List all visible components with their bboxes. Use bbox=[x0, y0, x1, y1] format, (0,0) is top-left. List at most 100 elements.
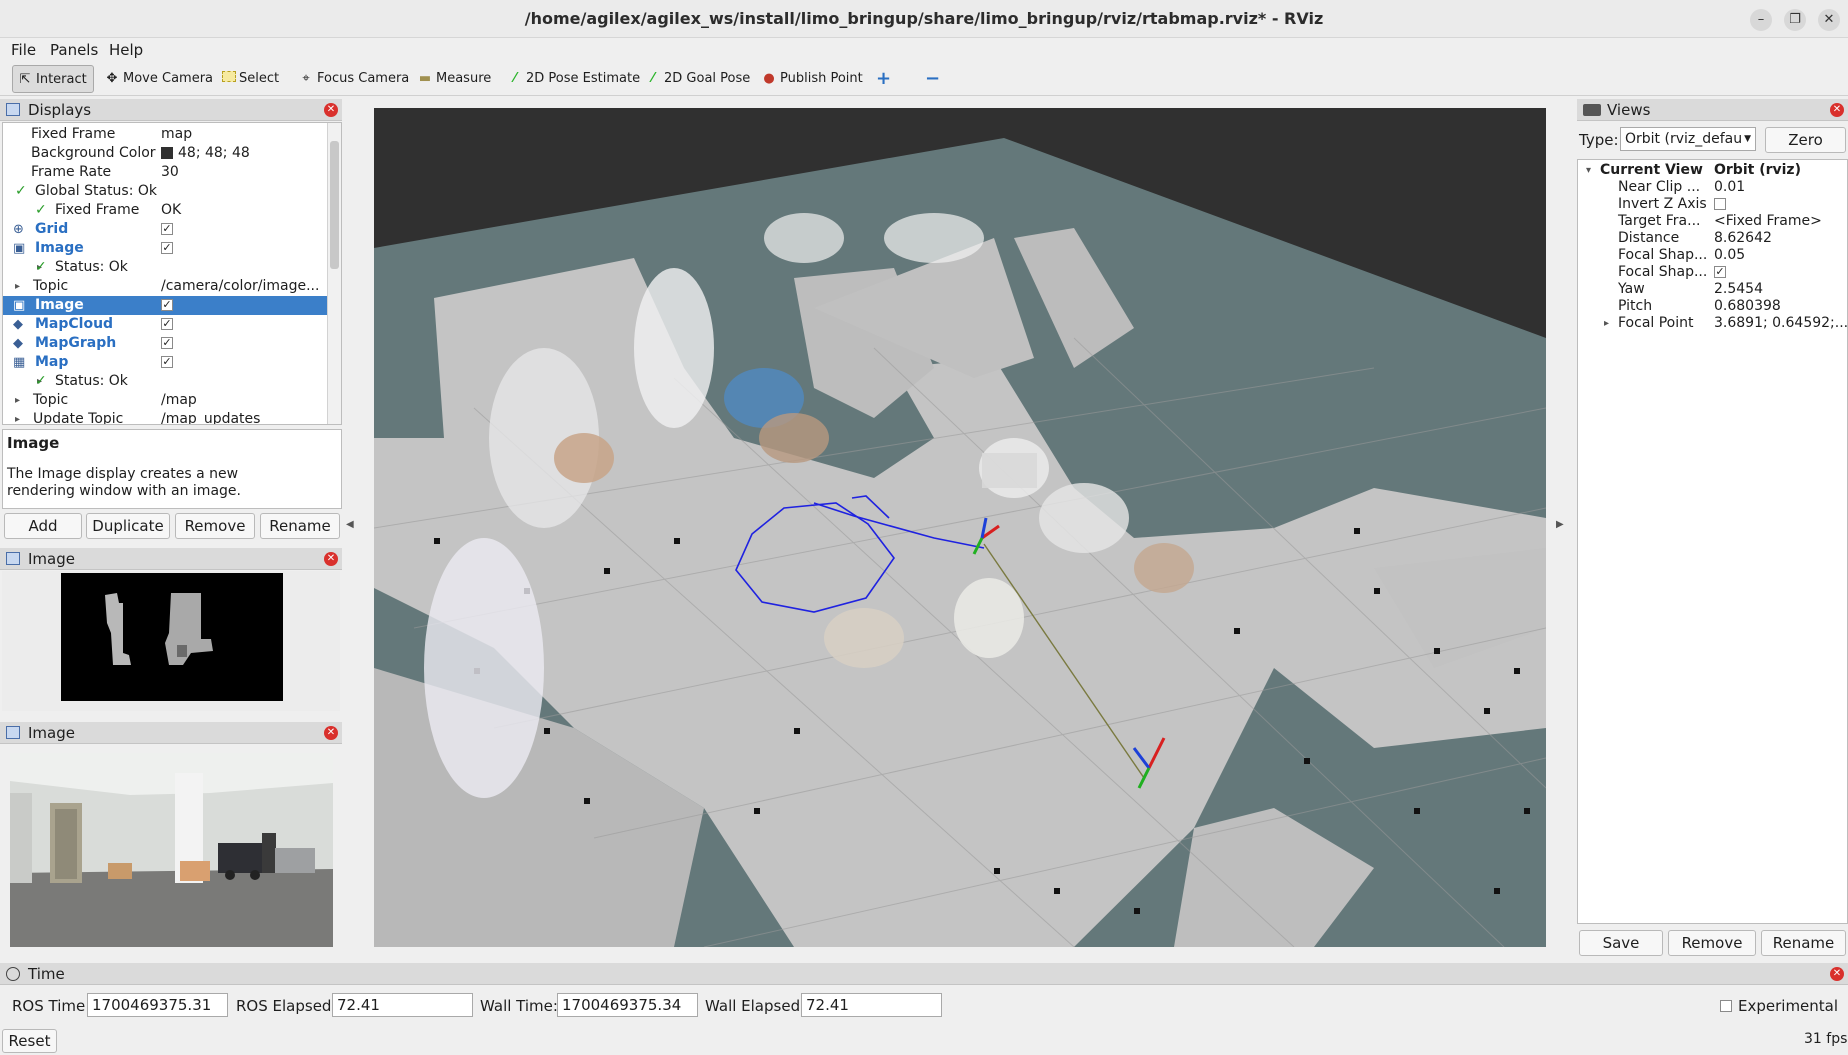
remove-view-button[interactable]: Remove bbox=[1668, 930, 1756, 956]
image-panel-title: Image bbox=[28, 724, 75, 742]
collapse-left-icon[interactable]: ◀ bbox=[346, 519, 354, 530]
view-property-row[interactable]: ▾ Current View Orbit (rviz) bbox=[1578, 162, 1847, 179]
tool-2d-goal-pose[interactable]: ⁄ 2D Goal Pose bbox=[641, 65, 756, 93]
display-row[interactable]: ◆ MapGraph ✓ bbox=[3, 334, 341, 353]
display-row[interactable]: ▸ Update Topic/map_updates bbox=[3, 410, 341, 424]
display-enabled-checkbox[interactable]: ✓ bbox=[161, 239, 173, 258]
display-enabled-checkbox[interactable]: ✓ bbox=[161, 296, 173, 315]
cursor-icon: ⇱ bbox=[19, 72, 31, 87]
display-row[interactable]: ▣ Image ✓ bbox=[3, 239, 341, 258]
display-enabled-checkbox[interactable]: ✓ bbox=[161, 220, 173, 239]
restore-button[interactable]: ❐ bbox=[1784, 9, 1806, 31]
display-row[interactable]: ✓ Fixed Frame OK bbox=[3, 201, 341, 220]
display-row[interactable]: Background Color 48; 48; 48 bbox=[3, 144, 341, 163]
display-row[interactable]: Fixed Frame map bbox=[3, 125, 341, 144]
view-property-row[interactable]: Focal Shap... ✓ bbox=[1578, 264, 1847, 281]
image-panel-depth: Image ✕ bbox=[0, 548, 342, 713]
view-property-row[interactable]: Distance 8.62642 bbox=[1578, 230, 1847, 247]
display-row[interactable]: ✓ Global Status: Ok bbox=[3, 182, 341, 201]
close-icon[interactable]: ✕ bbox=[324, 552, 338, 566]
display-type-icon: ◆ bbox=[13, 317, 23, 332]
add-tool-button[interactable]: + bbox=[872, 65, 897, 93]
checkbox-mark: ✓ bbox=[1714, 265, 1726, 278]
close-icon[interactable]: ✕ bbox=[1830, 103, 1844, 117]
wall-elapsed-field[interactable]: 72.41 bbox=[801, 993, 942, 1017]
view-property-row[interactable]: Focal Shap... 0.05 bbox=[1578, 247, 1847, 264]
close-icon[interactable]: ✕ bbox=[1830, 967, 1844, 981]
ros-time-field[interactable]: 1700469375.31 bbox=[87, 993, 228, 1017]
view-property-checkbox[interactable]: ✓ bbox=[1714, 264, 1726, 281]
expand-arrow-icon[interactable]: ▸ bbox=[15, 277, 20, 296]
display-row[interactable]: ◆ MapCloud ✓ bbox=[3, 315, 341, 334]
view-property-row[interactable]: Yaw 2.5454 bbox=[1578, 281, 1847, 298]
expand-arrow-icon[interactable]: ▸ bbox=[15, 391, 20, 410]
experimental-checkbox[interactable] bbox=[1720, 1000, 1732, 1012]
rename-view-button[interactable]: Rename bbox=[1761, 930, 1846, 956]
view-property-value: 2.5454 bbox=[1714, 281, 1763, 297]
display-row-label: Topic bbox=[33, 278, 69, 294]
display-enabled-checkbox[interactable]: ✓ bbox=[161, 334, 173, 353]
menu-panels[interactable]: Panels bbox=[50, 38, 98, 62]
display-enabled-checkbox[interactable]: ✓ bbox=[161, 353, 173, 372]
color-swatch[interactable] bbox=[161, 147, 173, 159]
tool-select[interactable]: Select bbox=[218, 65, 285, 93]
remove-tool-button[interactable]: − bbox=[921, 65, 946, 93]
remove-display-button[interactable]: Remove bbox=[175, 513, 255, 539]
view-property-checkbox[interactable] bbox=[1714, 196, 1726, 213]
view-property-row[interactable]: ▸ Focal Point 3.6891; 0.64592;... bbox=[1578, 315, 1847, 332]
tool-publish-point[interactable]: ● Publish Point bbox=[757, 65, 869, 93]
view-properties-tree: ▾ Current View Orbit (rviz) Near Clip ... 0.… bbox=[1577, 159, 1848, 924]
display-enabled-checkbox[interactable]: ✓ bbox=[161, 315, 173, 334]
display-row-label: Status: Ok bbox=[55, 259, 128, 275]
collapse-right-icon[interactable]: ▶ bbox=[1556, 519, 1564, 530]
rename-display-button[interactable]: Rename bbox=[260, 513, 340, 539]
menu-help[interactable]: Help bbox=[109, 38, 143, 62]
view-property-value: 0.05 bbox=[1714, 247, 1746, 263]
scrollbar-thumb[interactable] bbox=[330, 141, 339, 269]
view-property-row[interactable]: Target Fra... <Fixed Frame> bbox=[1578, 213, 1847, 230]
view-property-row[interactable]: Pitch 0.680398 bbox=[1578, 298, 1847, 315]
wall-time-field[interactable]: 1700469375.34 bbox=[557, 993, 698, 1017]
displays-panel: Displays ✕ Fixed Frame map Background Colo… bbox=[0, 99, 342, 544]
view-property-value: 8.62642 bbox=[1714, 230, 1772, 246]
zero-button[interactable]: Zero bbox=[1765, 127, 1846, 153]
display-row[interactable]: ▸ ✓ Status: Ok bbox=[3, 258, 341, 277]
tool-measure[interactable]: ▬ Measure bbox=[413, 65, 497, 93]
tool-move-camera[interactable]: ✥ Move Camera bbox=[100, 65, 219, 93]
view-property-label: Pitch bbox=[1618, 298, 1653, 314]
expand-arrow-icon[interactable]: ▸ bbox=[1604, 315, 1609, 332]
chevron-down-icon[interactable]: ▾ bbox=[1586, 162, 1591, 179]
close-window-button[interactable]: ✕ bbox=[1818, 9, 1840, 31]
display-row[interactable]: ▸ Topic/map bbox=[3, 391, 341, 410]
3d-viewport[interactable] bbox=[374, 108, 1546, 947]
view-property-row[interactable]: Invert Z Axis bbox=[1578, 196, 1847, 213]
displays-scrollbar[interactable] bbox=[327, 123, 341, 424]
view-type-select[interactable]: Orbit (rviz_defau ▼ bbox=[1620, 127, 1756, 151]
view-property-label: Focal Point bbox=[1618, 315, 1694, 331]
display-row[interactable]: ▣ Image ✓ bbox=[3, 296, 341, 315]
tool-2d-pose-estimate[interactable]: ⁄ 2D Pose Estimate bbox=[503, 65, 646, 93]
window-title: /home/agilex/agilex_ws/install/limo_brin… bbox=[524, 9, 1324, 28]
tool-focus-camera[interactable]: ⌖ Focus Camera bbox=[294, 65, 415, 93]
display-row[interactable]: ▦ Map ✓ bbox=[3, 353, 341, 372]
display-row[interactable]: Frame Rate 30 bbox=[3, 163, 341, 182]
image-panel-title: Image bbox=[28, 550, 75, 568]
close-icon[interactable]: ✕ bbox=[324, 726, 338, 740]
reset-button[interactable]: Reset bbox=[2, 1029, 57, 1053]
type-label: Type: bbox=[1579, 131, 1619, 149]
display-row-label: Topic bbox=[33, 392, 69, 408]
view-property-value: 3.6891; 0.64592;... bbox=[1714, 315, 1848, 331]
display-row[interactable]: ⊕ Grid ✓ bbox=[3, 220, 341, 239]
add-display-button[interactable]: Add bbox=[4, 513, 82, 539]
expand-arrow-icon[interactable]: ▸ bbox=[15, 410, 20, 424]
display-row[interactable]: ▸ ✓ Status: Ok bbox=[3, 372, 341, 391]
menu-file[interactable]: File bbox=[11, 38, 36, 62]
ros-elapsed-field[interactable]: 72.41 bbox=[332, 993, 473, 1017]
display-row[interactable]: ▸ Topic/camera/color/image... bbox=[3, 277, 341, 296]
minimize-button[interactable]: – bbox=[1750, 9, 1772, 31]
save-view-button[interactable]: Save bbox=[1579, 930, 1663, 956]
close-icon[interactable]: ✕ bbox=[324, 103, 338, 117]
view-property-row[interactable]: Near Clip ... 0.01 bbox=[1578, 179, 1847, 196]
tool-interact[interactable]: ⇱ Interact bbox=[12, 65, 94, 93]
duplicate-display-button[interactable]: Duplicate bbox=[86, 513, 170, 539]
